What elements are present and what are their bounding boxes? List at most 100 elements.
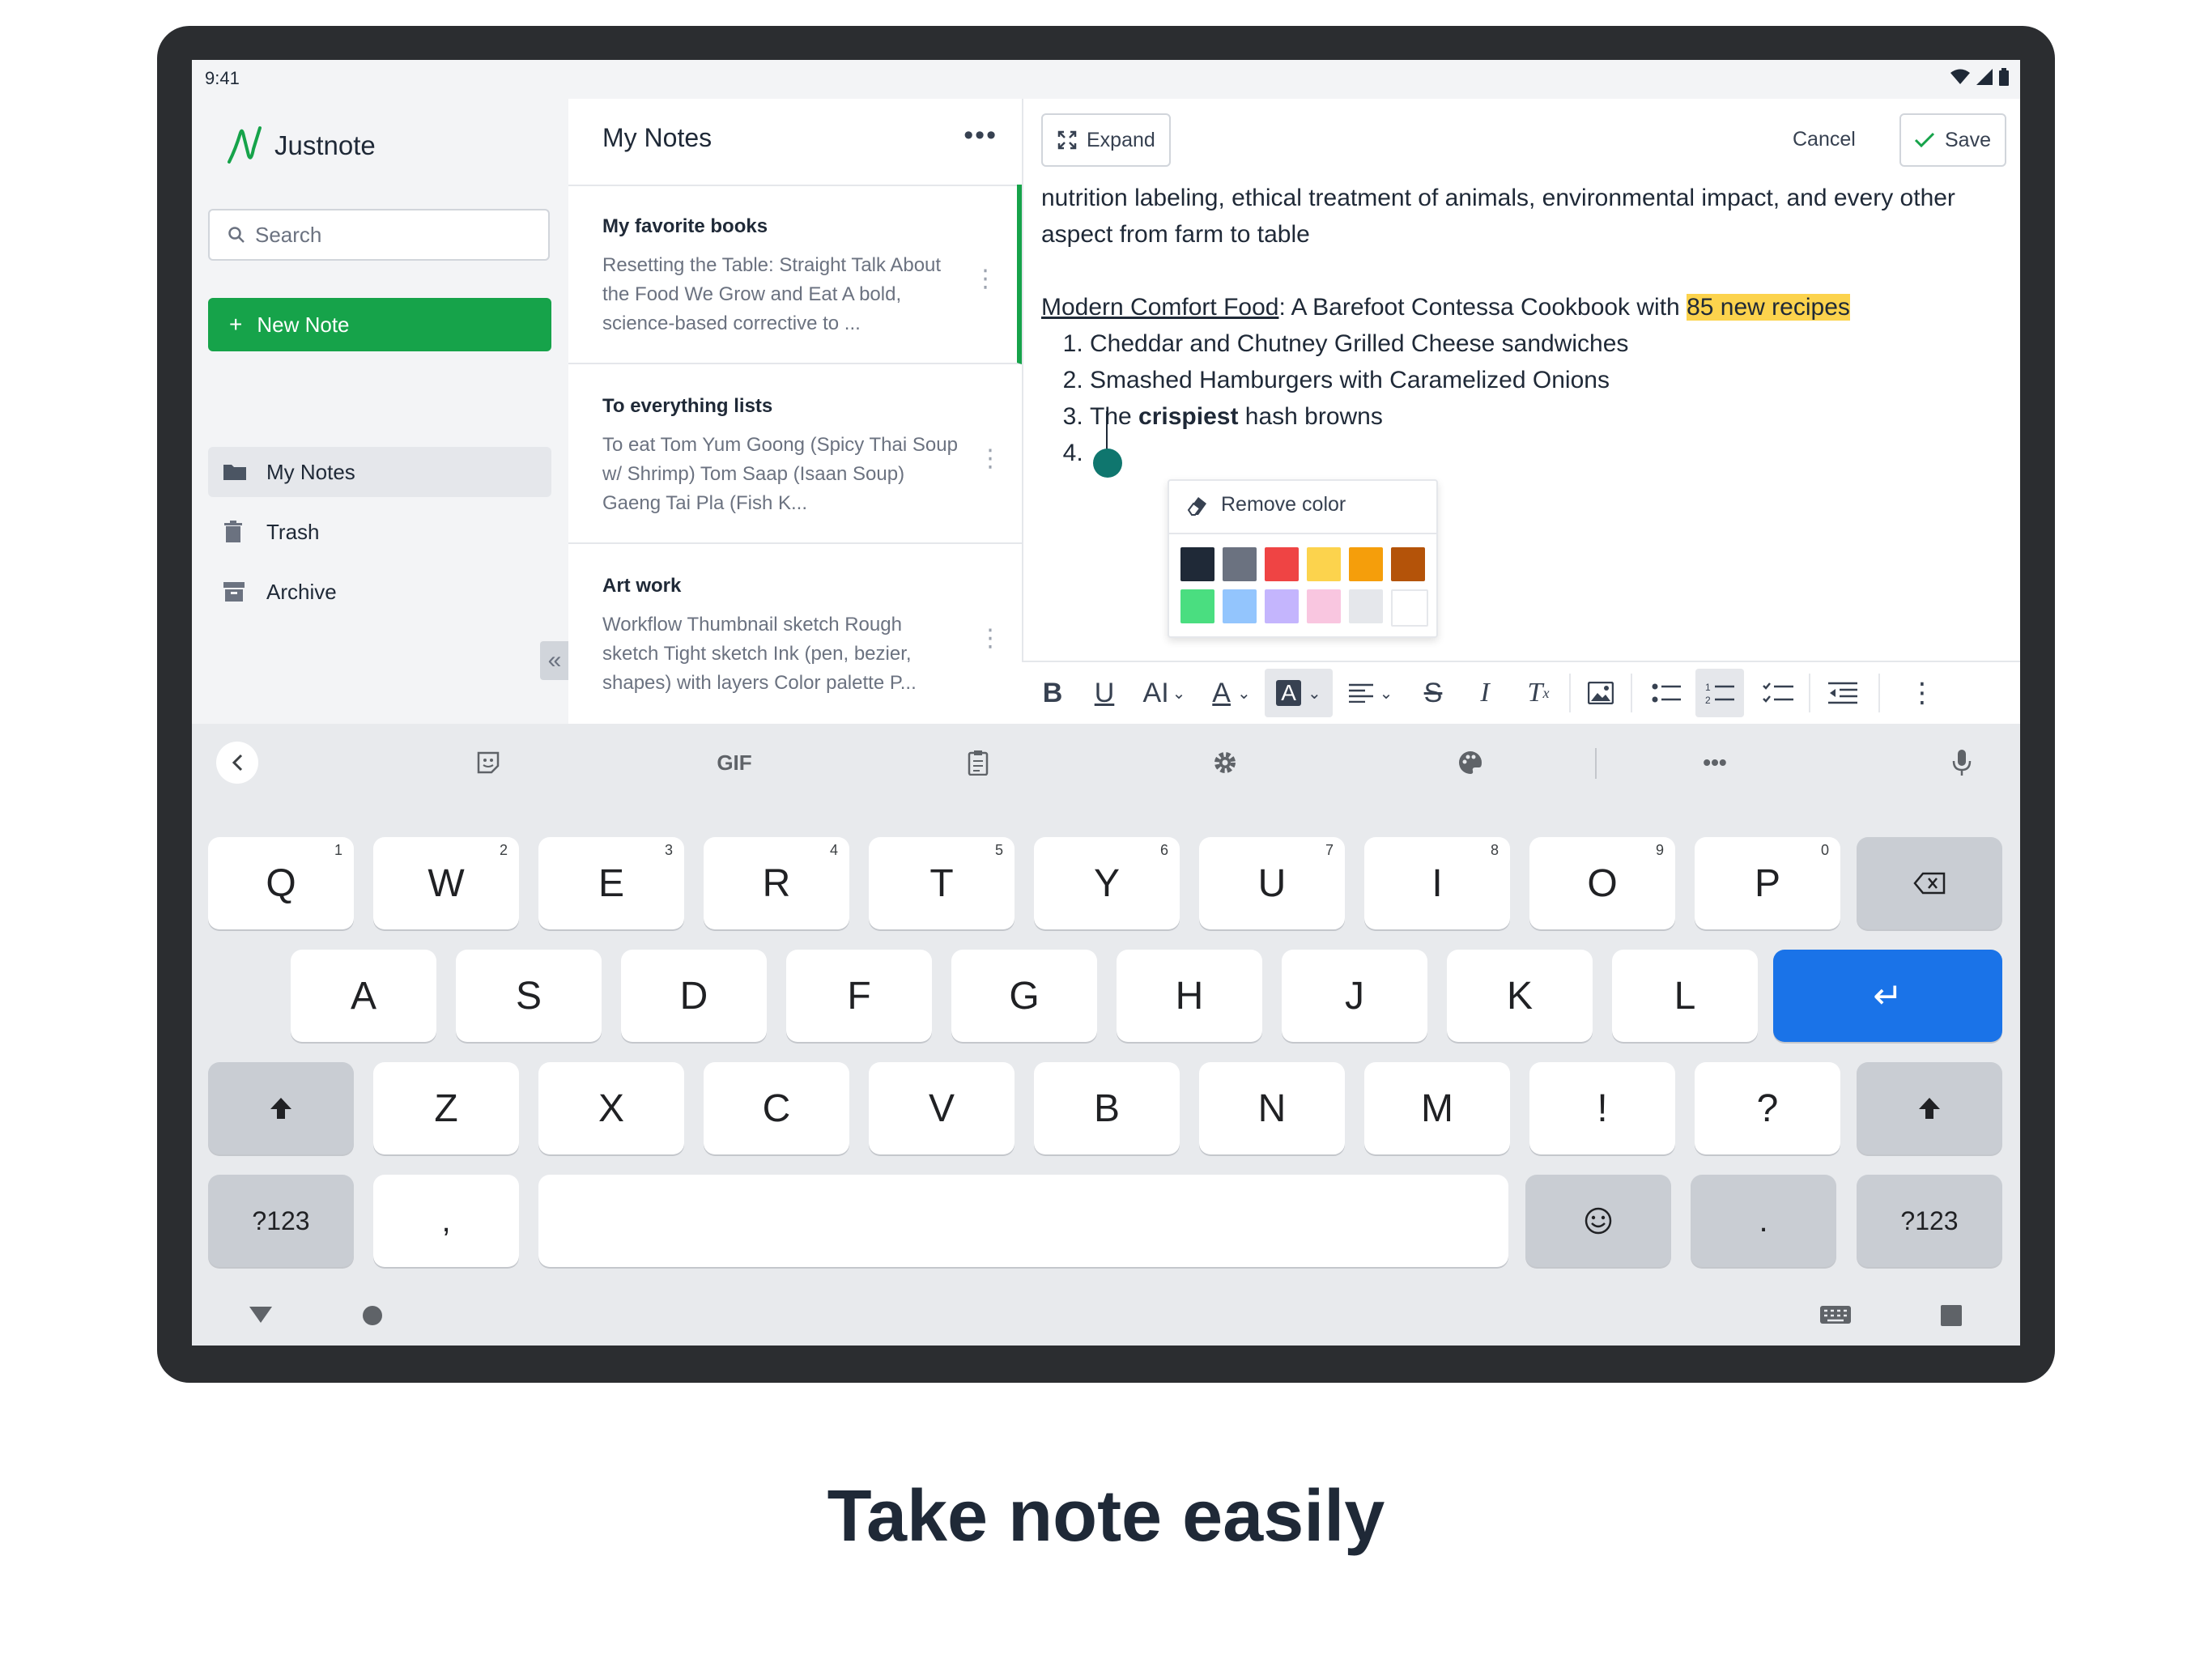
color-swatch[interactable]: [1180, 547, 1214, 581]
key-k[interactable]: K: [1447, 950, 1593, 1042]
symbols-key-right[interactable]: ?123: [1857, 1175, 2002, 1267]
key-x[interactable]: X: [538, 1062, 684, 1154]
color-swatch[interactable]: [1180, 589, 1214, 623]
key-![interactable]: !: [1529, 1062, 1675, 1154]
key-j[interactable]: J: [1282, 950, 1427, 1042]
color-swatch[interactable]: [1349, 547, 1383, 581]
key-f[interactable]: F: [786, 950, 932, 1042]
color-swatch[interactable]: [1223, 547, 1257, 581]
space-key[interactable]: [538, 1175, 1508, 1267]
symbols-key-left[interactable]: ?123: [208, 1175, 354, 1267]
key-i[interactable]: I8: [1364, 837, 1510, 929]
key-e[interactable]: E3: [538, 837, 684, 929]
numbered-list-button[interactable]: 12: [1695, 669, 1744, 717]
key-m[interactable]: M: [1364, 1062, 1510, 1154]
text-color-button[interactable]: A ⌄: [1202, 669, 1261, 717]
key-l[interactable]: L: [1612, 950, 1758, 1042]
cancel-button[interactable]: Cancel: [1793, 128, 1856, 151]
keyboard-back-button[interactable]: [216, 742, 258, 784]
remove-color-button[interactable]: Remove color: [1185, 492, 1346, 517]
clipboard-button[interactable]: [957, 742, 999, 784]
back-nav-icon[interactable]: [249, 1305, 273, 1324]
keyboard-switch-icon[interactable]: [1819, 1305, 1852, 1328]
home-nav-icon[interactable]: [362, 1305, 383, 1326]
key-d[interactable]: D: [621, 950, 767, 1042]
keyboard-more-button[interactable]: •••: [1694, 742, 1736, 784]
sidebar-item-archive[interactable]: Archive: [208, 567, 551, 617]
note-preview: Resetting the Table: Straight Talk About…: [602, 254, 942, 334]
key-a[interactable]: A: [291, 950, 436, 1042]
plus-icon: +: [229, 312, 243, 337]
note-list-item[interactable]: To everything lists To eat Tom Yum Goong…: [568, 364, 1022, 544]
bold-button[interactable]: B: [1033, 669, 1072, 717]
clear-format-button[interactable]: Tx: [1519, 669, 1558, 717]
comma-key[interactable]: ,: [373, 1175, 519, 1267]
key-g[interactable]: G: [951, 950, 1097, 1042]
italic-button[interactable]: I: [1465, 669, 1504, 717]
emoji-key[interactable]: [1525, 1175, 1671, 1267]
color-swatch[interactable]: [1223, 589, 1257, 623]
more-tools-button[interactable]: ⋮: [1903, 669, 1942, 717]
key-?[interactable]: ?: [1695, 1062, 1840, 1154]
period-key[interactable]: .: [1691, 1175, 1836, 1267]
key-c[interactable]: C: [704, 1062, 849, 1154]
new-note-button[interactable]: + New Note: [208, 298, 551, 351]
key-n[interactable]: N: [1199, 1062, 1345, 1154]
note-menu-icon[interactable]: ⋮: [973, 267, 998, 291]
book-link[interactable]: Modern Comfort Food: [1041, 294, 1278, 321]
insert-image-button[interactable]: [1580, 669, 1621, 717]
note-list-item[interactable]: My favorite books Resetting the Table: S…: [568, 185, 1022, 364]
note-menu-icon[interactable]: ⋮: [978, 627, 1002, 651]
color-swatch[interactable]: [1391, 589, 1428, 627]
underline-button[interactable]: U: [1085, 669, 1124, 717]
key-v[interactable]: V: [869, 1062, 1015, 1154]
highlight-color-button[interactable]: A ⌄: [1265, 669, 1333, 717]
keyboard-settings-button[interactable]: [1204, 742, 1246, 784]
color-swatch[interactable]: [1307, 589, 1341, 623]
key-h[interactable]: H: [1117, 950, 1262, 1042]
note-content[interactable]: nutrition labeling, ethical treatment of…: [1041, 180, 2013, 478]
key-o[interactable]: O9: [1529, 837, 1675, 929]
save-button[interactable]: Save: [1899, 113, 2006, 167]
recents-nav-icon[interactable]: [1941, 1305, 1962, 1326]
color-swatch[interactable]: [1265, 547, 1299, 581]
color-swatch[interactable]: [1265, 589, 1299, 623]
sidebar-item-my-notes[interactable]: My Notes: [208, 447, 551, 497]
backspace-key[interactable]: [1857, 837, 2002, 929]
key-y[interactable]: Y6: [1034, 837, 1180, 929]
theme-button[interactable]: [1449, 742, 1491, 784]
color-swatch[interactable]: [1307, 547, 1341, 581]
more-options-icon[interactable]: •••: [963, 120, 998, 151]
key-b[interactable]: B: [1034, 1062, 1180, 1154]
key-u[interactable]: U7: [1199, 837, 1345, 929]
gif-button[interactable]: GIF: [702, 742, 767, 784]
search-input[interactable]: Search: [208, 209, 550, 261]
expand-button[interactable]: Expand: [1041, 113, 1171, 167]
key-z[interactable]: Z: [373, 1062, 519, 1154]
voice-input-button[interactable]: [1941, 742, 1983, 784]
shift-key-left[interactable]: [208, 1062, 354, 1154]
key-q[interactable]: Q1: [208, 837, 354, 929]
bullet-list-button[interactable]: [1644, 669, 1689, 717]
enter-key[interactable]: ↵: [1773, 950, 2002, 1042]
key-w[interactable]: W2: [373, 837, 519, 929]
key-r[interactable]: R4: [704, 837, 849, 929]
cursor-handle[interactable]: [1093, 449, 1122, 478]
app-logo[interactable]: Justnote: [224, 125, 376, 167]
sticker-button[interactable]: [467, 742, 509, 784]
note-list-item[interactable]: Art work Workflow Thumbnail sketch Rough…: [568, 544, 1022, 724]
key-s[interactable]: S: [456, 950, 602, 1042]
font-size-button[interactable]: AI ⌄: [1132, 669, 1197, 717]
key-p[interactable]: P0: [1695, 837, 1840, 929]
shift-key-right[interactable]: [1857, 1062, 2002, 1154]
checklist-button[interactable]: [1755, 669, 1801, 717]
collapse-sidebar-button[interactable]: «: [540, 641, 569, 680]
color-swatch[interactable]: [1391, 547, 1425, 581]
color-swatch[interactable]: [1349, 589, 1383, 623]
sidebar-item-trash[interactable]: Trash: [208, 507, 551, 557]
align-button[interactable]: ⌄: [1341, 669, 1401, 717]
strikethrough-button[interactable]: S: [1414, 669, 1453, 717]
key-t[interactable]: T5: [869, 837, 1015, 929]
note-menu-icon[interactable]: ⋮: [978, 447, 1002, 471]
outdent-button[interactable]: [1820, 669, 1865, 717]
